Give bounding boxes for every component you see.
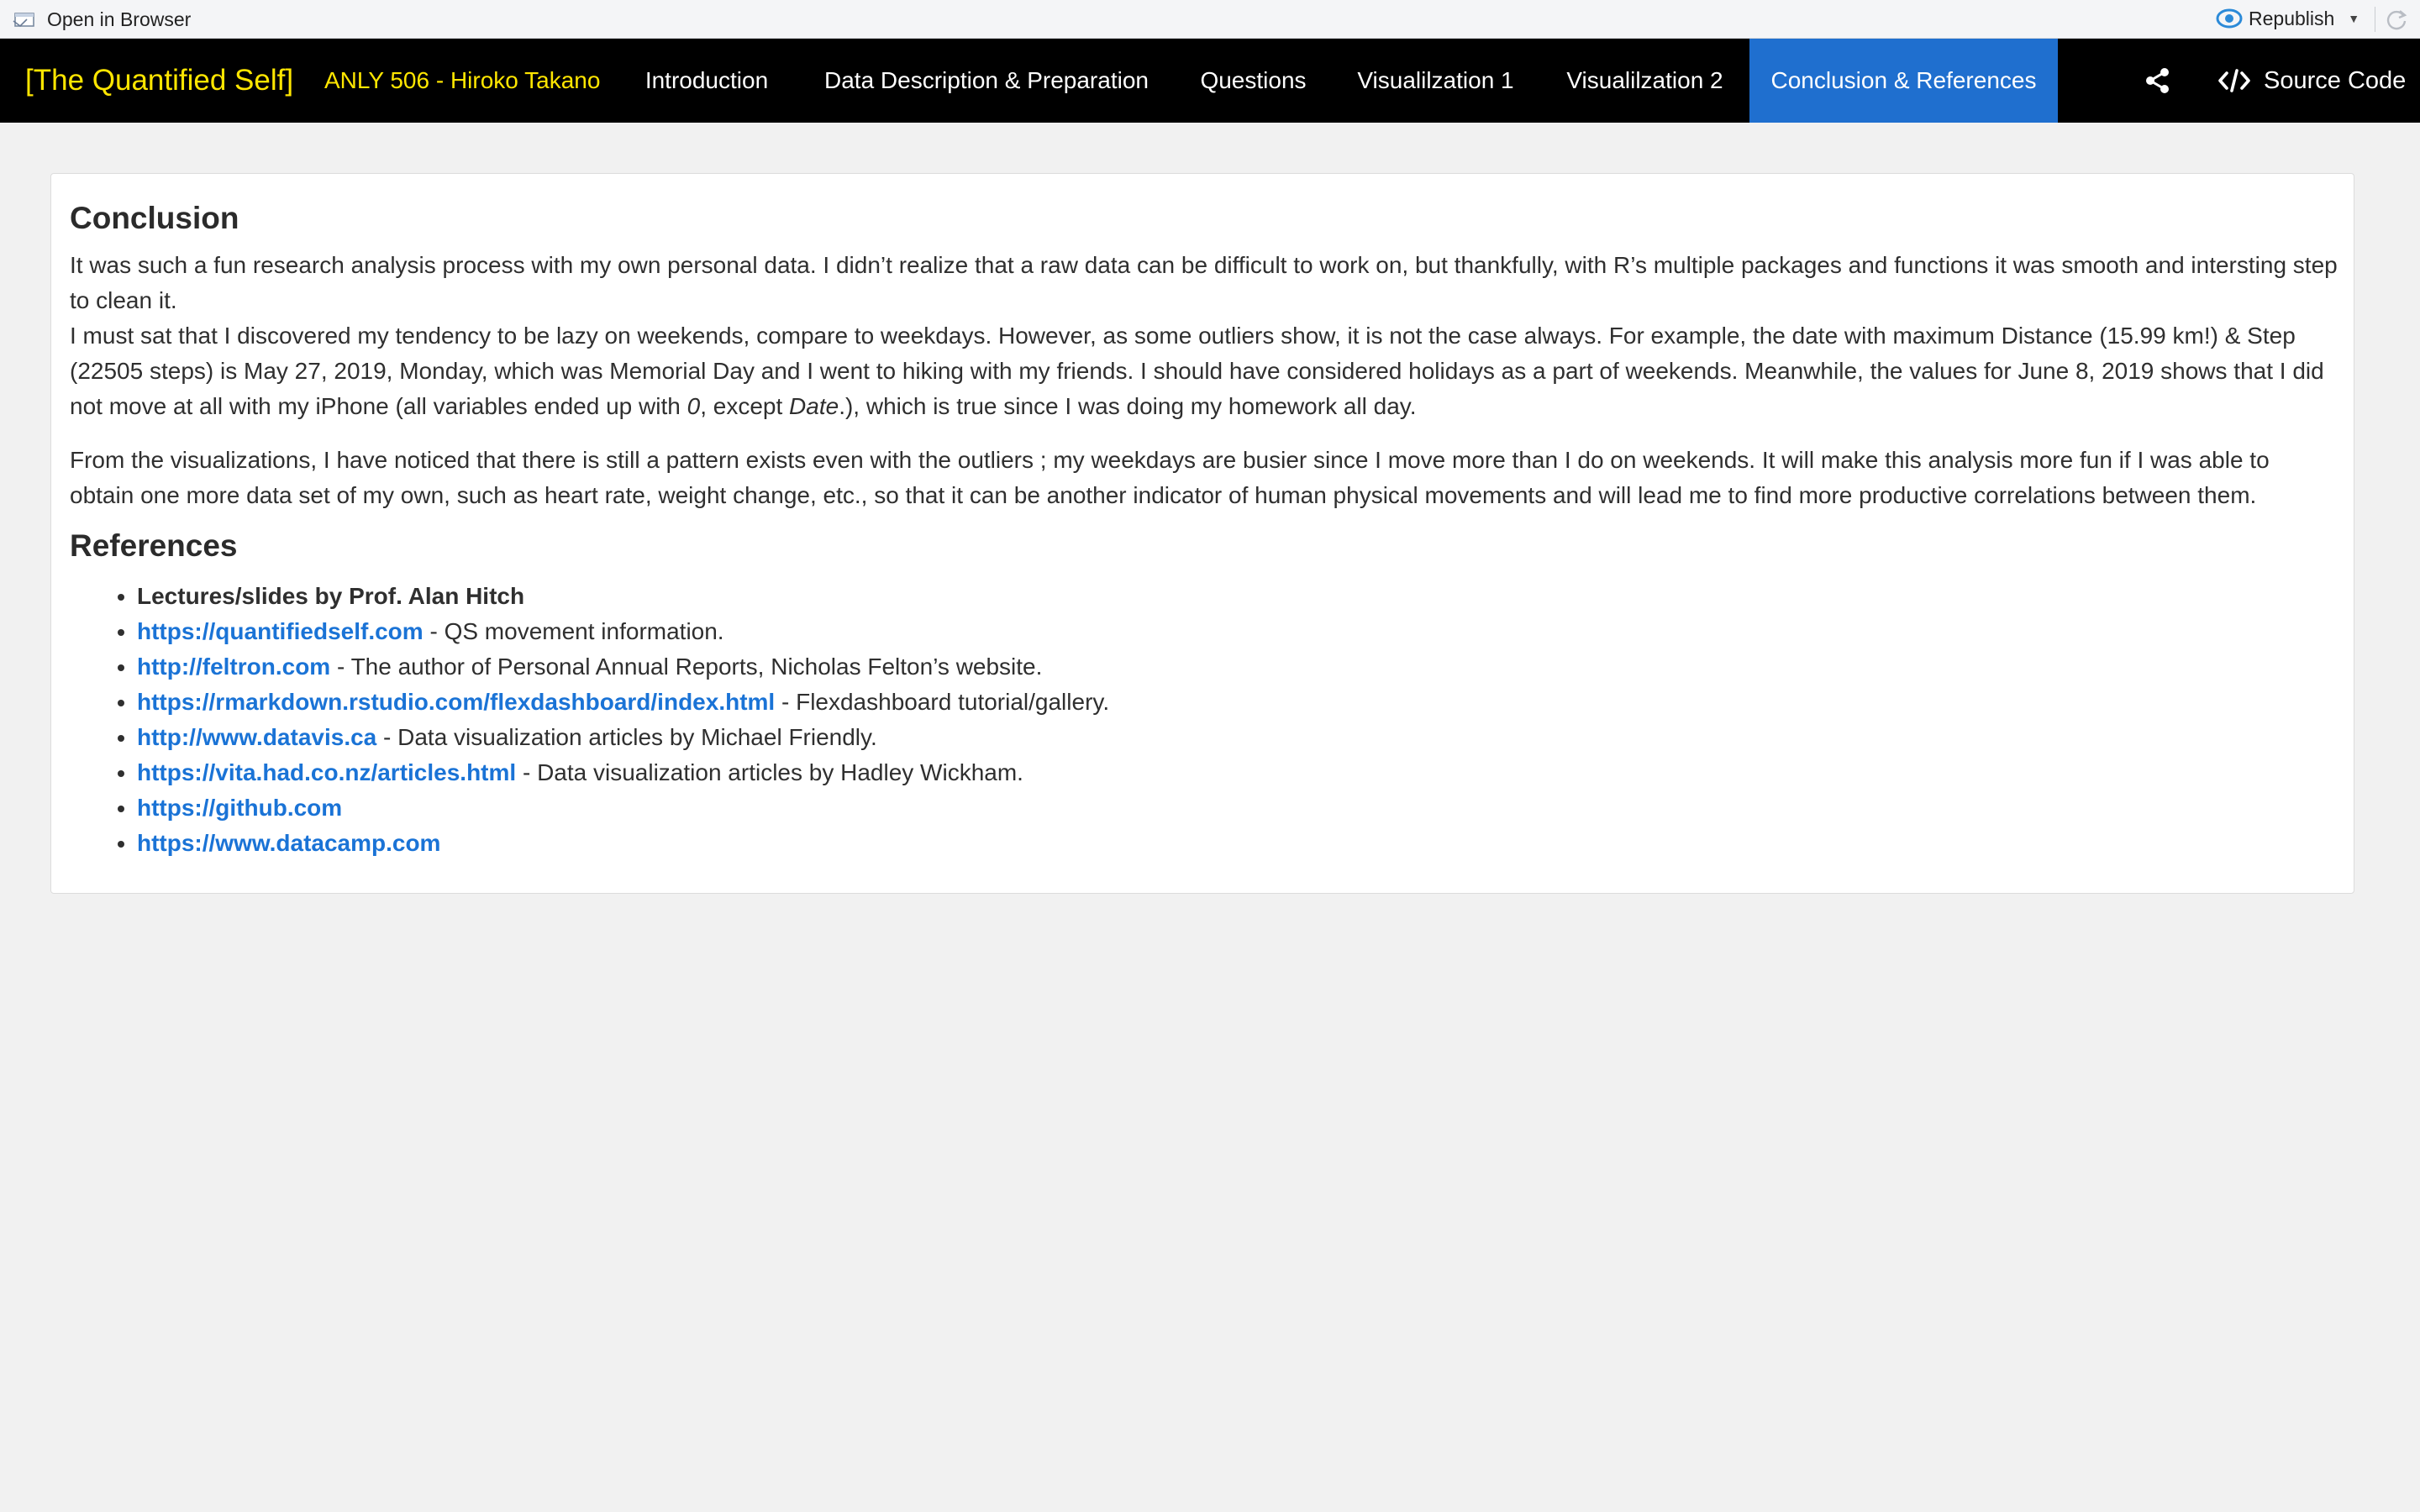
refresh-icon[interactable] — [2385, 8, 2408, 31]
brand-title[interactable]: [The Quantified Self] — [25, 39, 293, 123]
republish-button[interactable]: Republish ▼ — [2215, 5, 2360, 32]
chevron-down-icon: ▼ — [2348, 12, 2360, 25]
references-heading: References — [70, 528, 238, 563]
share-icon[interactable] — [2144, 67, 2171, 94]
date-variable: Date — [789, 393, 839, 419]
paragraph-2-text-b: , except — [700, 393, 790, 419]
reference-description: - Flexdashboard tutorial/gallery. — [775, 689, 1110, 715]
reference-description: - The author of Personal Annual Reports,… — [330, 654, 1043, 680]
tab-visualization-1[interactable]: Visualilzation 1 — [1331, 39, 1540, 123]
reference-description: - QS movement information. — [423, 618, 724, 644]
list-item: https://www.datacamp.com — [137, 826, 2338, 861]
conclusion-heading: Conclusion — [70, 201, 239, 235]
tab-visualization-2[interactable]: Visualilzation 2 — [1540, 39, 1749, 123]
content-card: Conclusion It was such a fun research an… — [50, 173, 2354, 894]
list-item: https://github.com — [137, 790, 2338, 826]
reference-lectures: Lectures/slides by Prof. Alan Hitch — [137, 583, 525, 609]
navbar: [The Quantified Self] ANLY 506 - Hiroko … — [0, 39, 2420, 123]
reference-link[interactable]: https://www.datacamp.com — [137, 830, 440, 856]
references-list: Lectures/slides by Prof. Alan Hitch http… — [70, 579, 2338, 861]
conclusion-paragraph-2: I must sat that I discovered my tendency… — [70, 318, 2338, 424]
conclusion-paragraph-1: It was such a fun research analysis proc… — [70, 252, 2338, 313]
reference-description: - Data visualization articles by Michael… — [376, 724, 877, 750]
reference-link[interactable]: http://feltron.com — [137, 654, 330, 680]
list-item: https://quantifiedself.com - QS movement… — [137, 614, 2338, 649]
reference-link[interactable]: https://rmarkdown.rstudio.com/flexdashbo… — [137, 689, 775, 715]
tab-conclusion-references[interactable]: Conclusion & References — [1749, 39, 2058, 123]
open-in-browser-icon — [12, 9, 37, 29]
zero-value: 0 — [687, 393, 701, 419]
card-body: Conclusion It was such a fun research an… — [70, 199, 2338, 861]
list-item: https://vita.had.co.nz/articles.html - D… — [137, 755, 2338, 790]
conclusion-paragraph-3: From the visualizations, I have noticed … — [70, 447, 2270, 508]
list-item: http://feltron.com - The author of Perso… — [137, 649, 2338, 685]
open-in-browser-label: Open in Browser — [47, 8, 192, 30]
reference-link[interactable]: http://www.datavis.ca — [137, 724, 376, 750]
paragraph-2-text-c: .), which is true since I was doing my h… — [839, 393, 1417, 419]
reference-link[interactable]: https://vita.had.co.nz/articles.html — [137, 759, 516, 785]
open-in-browser-button[interactable]: Open in Browser — [12, 6, 191, 33]
publish-icon — [2215, 8, 2244, 29]
source-code-button[interactable]: Source Code — [2218, 39, 2406, 123]
republish-label: Republish — [2249, 7, 2335, 29]
tab-introduction[interactable]: Introduction — [616, 39, 797, 123]
reference-link[interactable]: https://github.com — [137, 795, 342, 821]
tab-questions[interactable]: Questions — [1176, 39, 1331, 123]
tab-data-description[interactable]: Data Description & Preparation — [797, 39, 1176, 123]
list-item: Lectures/slides by Prof. Alan Hitch — [137, 579, 2338, 614]
author-subtitle: ANLY 506 - Hiroko Takano — [324, 67, 601, 93]
reference-link[interactable]: https://quantifiedself.com — [137, 618, 424, 644]
code-icon — [2218, 68, 2250, 93]
reference-description: - Data visualization articles by Hadley … — [516, 759, 1023, 785]
list-item: http://www.datavis.ca - Data visualizati… — [137, 720, 2338, 755]
source-code-label: Source Code — [2264, 66, 2407, 94]
list-item: https://rmarkdown.rstudio.com/flexdashbo… — [137, 685, 2338, 720]
viewer-toolbar: Open in Browser Republish ▼ — [0, 0, 2420, 39]
